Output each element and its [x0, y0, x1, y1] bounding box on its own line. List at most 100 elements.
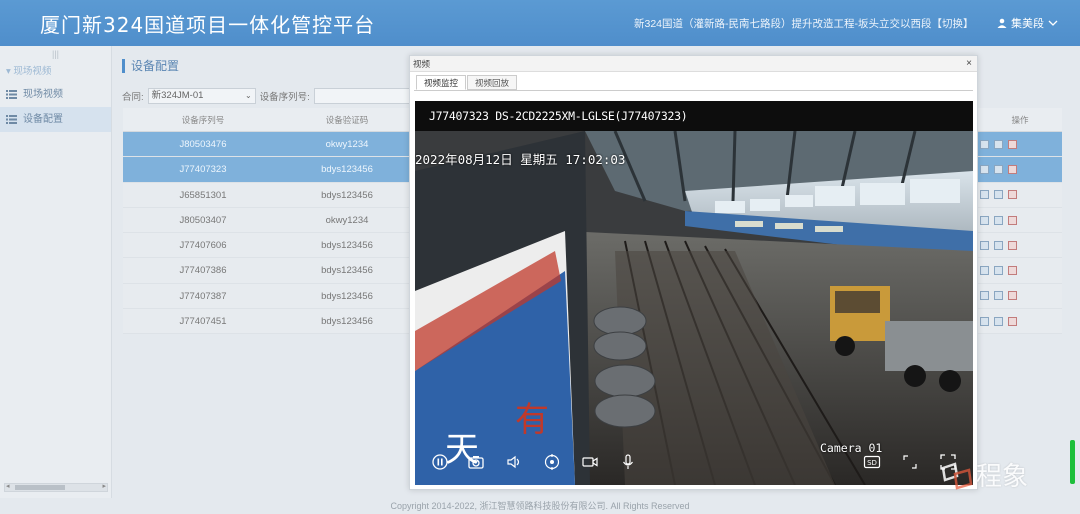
sidebar-horizontal-scrollbar[interactable]: ◂ ▸: [4, 483, 108, 492]
scrollbar-thumb[interactable]: [15, 485, 65, 490]
cell-serial: J80503476: [179, 139, 227, 150]
project-switcher[interactable]: 新324国道（灌新路-民南七路段）提升改造工程-坂头立交以西段【切换】: [634, 16, 974, 31]
cell-serial: J77407451: [179, 316, 227, 328]
cell-code: okwy1234: [325, 214, 369, 226]
view-icon[interactable]: [980, 291, 989, 301]
table-row[interactable]: J77407387 bdys123456: [123, 283, 411, 310]
list-icon: [6, 115, 17, 124]
view-icon[interactable]: [980, 215, 989, 225]
record-icon[interactable]: [581, 453, 599, 471]
edit-icon[interactable]: [994, 215, 1003, 225]
sidebar-collapse-handle[interactable]: |||: [0, 46, 111, 62]
stream-title: J77407323 DS-2CD2225XM-LGLSE(J77407323): [415, 101, 973, 131]
watermark: 程象: [940, 456, 1028, 493]
sidebar-group-video[interactable]: ▾ 现场视频: [0, 62, 111, 82]
cell-code: bdys123456: [321, 189, 373, 201]
cell-code: okwy1234: [325, 139, 369, 150]
delete-icon[interactable]: [1008, 266, 1017, 276]
edit-icon[interactable]: [994, 240, 1003, 250]
options-column: 操作: [978, 108, 1062, 335]
sidebar-item-label: 现场视频: [23, 89, 63, 100]
sidebar-item-device-config[interactable]: 设备配置: [0, 107, 111, 132]
table-row[interactable]: J80503407 okwy1234: [123, 207, 411, 234]
watermark-text: 程象: [976, 462, 1029, 492]
sd-quality-icon[interactable]: SD: [863, 453, 881, 471]
contract-label: 合同:: [122, 92, 144, 103]
table-header: 设备序列号 设备验证码: [123, 108, 411, 132]
table-row[interactable]: J77407451 bdys123456: [123, 309, 411, 335]
column-header-code[interactable]: 设备验证码: [283, 108, 411, 131]
edit-icon[interactable]: [994, 139, 1003, 149]
delete-icon[interactable]: [1008, 164, 1017, 174]
edit-icon[interactable]: [994, 291, 1003, 301]
view-icon[interactable]: [980, 316, 989, 326]
edit-icon[interactable]: [994, 266, 1003, 276]
table-row[interactable]: J77407323 bdys123456: [123, 157, 411, 183]
chevron-down-icon: ⌄: [244, 91, 252, 100]
sidebar-item-live-video[interactable]: 现场视频: [0, 82, 111, 107]
table-row[interactable]: J77407606 bdys123456: [123, 233, 411, 259]
cell-serial: J77407386: [179, 265, 227, 277]
footer-copyright: Copyright 2014-2022, 浙江智慧领路科技股份有限公司. All…: [0, 498, 1080, 514]
view-icon[interactable]: [980, 240, 989, 250]
contract-select[interactable]: 新324JM-01 ⌄: [147, 88, 256, 104]
options-row: [978, 132, 1062, 158]
table-row[interactable]: J65851301 bdys123456: [123, 182, 411, 208]
app-title: 厦门新324国道项目一体化管控平台: [40, 13, 376, 37]
tab-live-monitor[interactable]: 视频监控: [416, 75, 467, 90]
delete-icon[interactable]: [1008, 240, 1017, 250]
user-menu[interactable]: 集美段: [997, 15, 1058, 31]
cell-code: bdys123456: [321, 290, 373, 302]
delete-icon[interactable]: [1008, 190, 1017, 200]
contract-select-value: 新324JM-01: [151, 90, 204, 101]
edit-icon[interactable]: [994, 316, 1003, 326]
camera-icon[interactable]: [467, 453, 485, 471]
table-row[interactable]: J77407386 bdys123456: [123, 258, 411, 284]
close-icon[interactable]: ×: [966, 56, 972, 72]
osd-datetime: 2022年08月12日 星期五 17:02:03: [415, 152, 626, 167]
sidebar-group-label: 现场视频: [13, 66, 52, 77]
dialog-title: 视频: [413, 59, 431, 69]
cell-code: bdys123456: [321, 240, 373, 252]
table-row[interactable]: J80503476 okwy1234: [123, 132, 411, 158]
camera-feed-image: 天 有: [415, 131, 973, 485]
tab-divider: [414, 90, 973, 91]
pause-icon[interactable]: [431, 453, 449, 471]
microphone-icon[interactable]: [619, 453, 637, 471]
page-title: 设备配置: [122, 59, 179, 73]
svg-text:SD: SD: [867, 459, 877, 467]
serial-label: 设备序列号:: [259, 92, 310, 103]
filter-bar: 合同: 新324JM-01 ⌄ 设备序列号:: [122, 88, 414, 104]
cell-serial: J77407387: [179, 290, 227, 302]
view-icon[interactable]: [980, 266, 989, 276]
caret-down-icon: ▾: [6, 66, 11, 77]
volume-icon[interactable]: [505, 453, 523, 471]
zoom-icon[interactable]: [901, 453, 919, 471]
dialog-tabs: 视频监控 视频回放: [416, 75, 518, 90]
video-dialog: 视频 × 视频监控 视频回放 J77407323 DS-2CD2225XM-LG…: [409, 55, 978, 490]
page-scroll-indicator[interactable]: [1070, 440, 1075, 484]
cell-code: bdys123456: [321, 164, 373, 176]
serial-input[interactable]: [313, 88, 414, 104]
cell-serial: J77407323: [179, 164, 227, 176]
cell-serial: J65851301: [179, 189, 227, 201]
column-header-options: 操作: [978, 108, 1062, 132]
delete-icon[interactable]: [1008, 139, 1017, 149]
edit-icon[interactable]: [994, 190, 1003, 200]
ptz-icon[interactable]: [543, 453, 561, 471]
delete-icon[interactable]: [1008, 316, 1017, 326]
scroll-right-icon[interactable]: ▸: [102, 482, 106, 490]
options-row: [978, 233, 1062, 259]
app-header: 厦门新324国道项目一体化管控平台 新324国道（灌新路-民南七路段）提升改造工…: [0, 0, 1080, 46]
view-icon[interactable]: [980, 190, 989, 200]
svg-text:有: 有: [515, 400, 549, 440]
delete-icon[interactable]: [1008, 291, 1017, 301]
view-icon[interactable]: [980, 139, 989, 149]
scroll-left-icon[interactable]: ◂: [6, 482, 10, 490]
delete-icon[interactable]: [1008, 215, 1017, 225]
edit-icon[interactable]: [994, 164, 1003, 174]
tab-playback[interactable]: 视频回放: [467, 75, 518, 90]
view-icon[interactable]: [980, 164, 989, 174]
column-header-serial[interactable]: 设备序列号: [123, 108, 283, 131]
video-player[interactable]: J77407323 DS-2CD2225XM-LGLSE(J77407323): [415, 101, 973, 485]
